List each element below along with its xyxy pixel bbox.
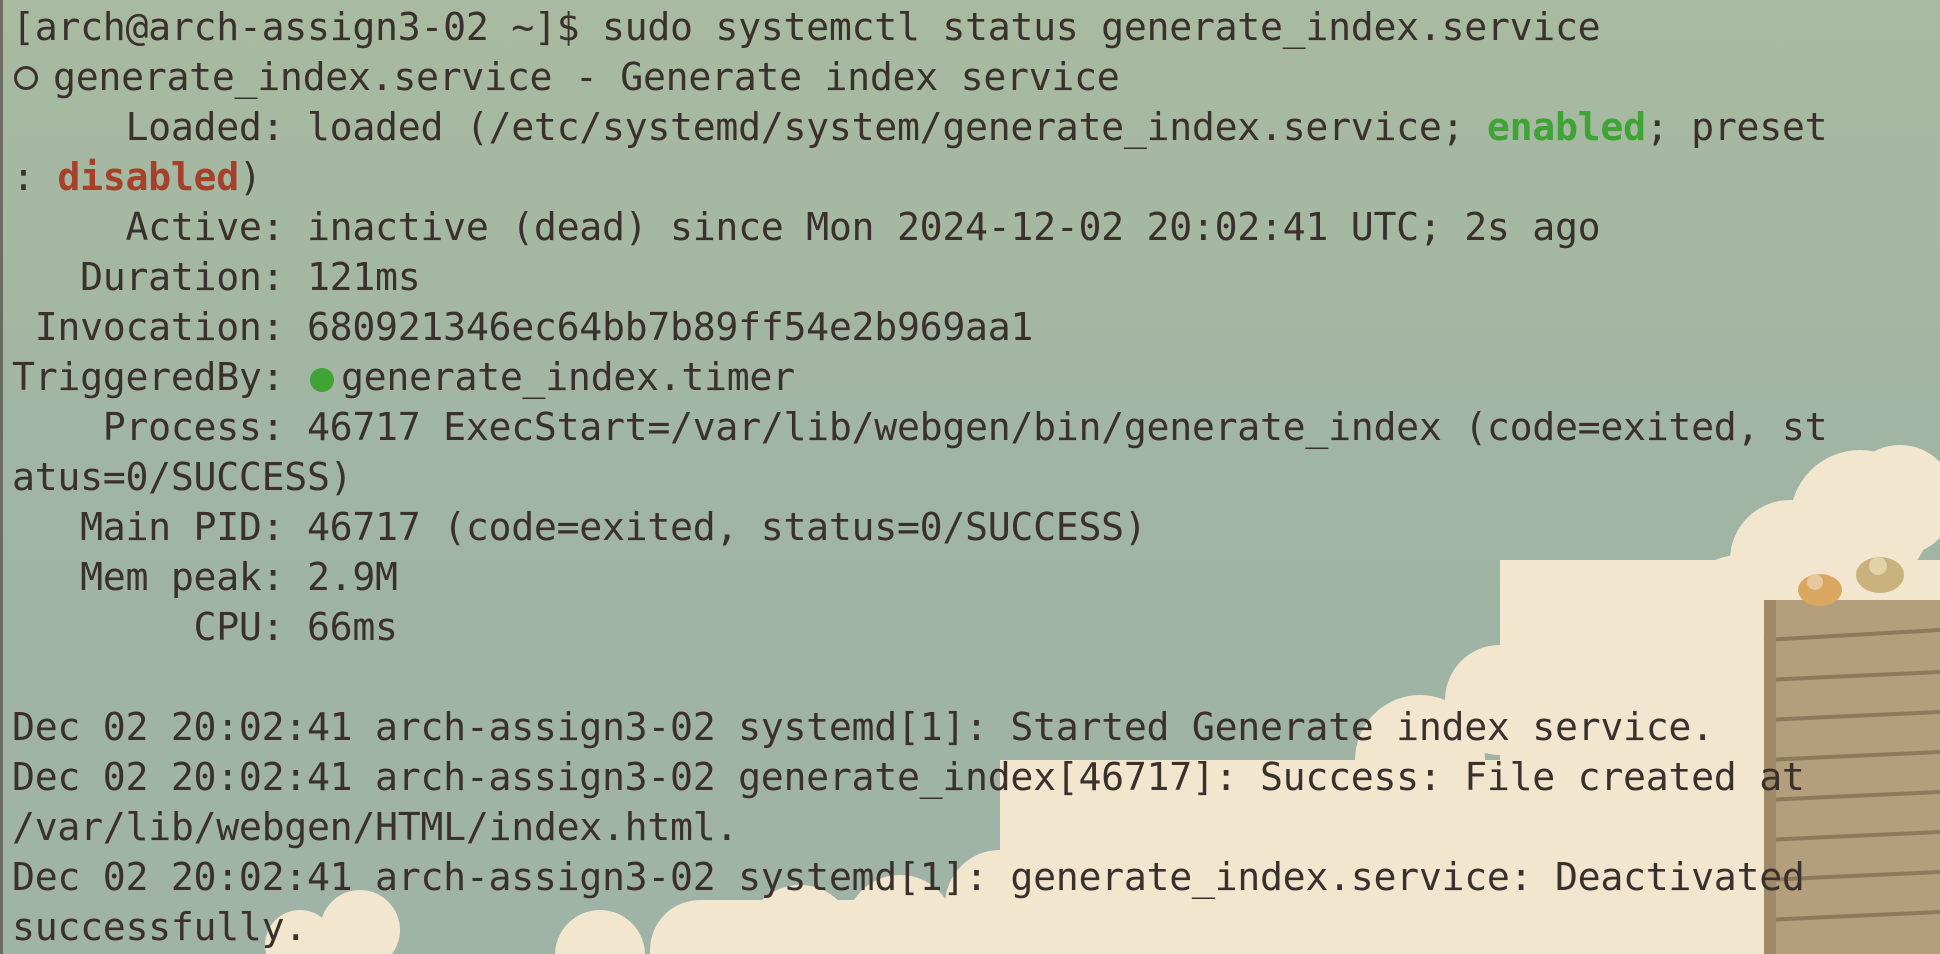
triggered-by-line: TriggeredBy: generate_index.timer [12, 353, 795, 403]
invocation-line: Invocation: 680921346ec64bb7b89ff54e2b96… [12, 306, 1034, 350]
enabled-status: enabled [1486, 106, 1646, 150]
triggered-by-label: TriggeredBy: [12, 356, 307, 400]
command-prompt: [arch@arch-assign3-02 ~]$ sudo systemctl… [12, 6, 1601, 50]
log-line: Dec 02 20:02:41 arch-assign3-02 generate… [12, 756, 1805, 800]
unit-header-line: generate_index.service - Generate index … [12, 53, 1120, 103]
duration-line: Duration: 121ms [12, 256, 421, 300]
loaded-line: Loaded: loaded (/etc/systemd/system/gene… [12, 103, 1827, 153]
log-line: successfully. [12, 906, 307, 950]
log-line: /var/lib/webgen/HTML/index.html. [12, 806, 739, 850]
loaded-label: Loaded: [12, 106, 307, 150]
loaded-wrap-suffix: ) [238, 156, 262, 200]
terminal-window[interactable]: [arch@arch-assign3-02 ~]$ sudo systemctl… [0, 0, 1940, 954]
active-line: Active: inactive (dead) since Mon 2024-1… [12, 206, 1601, 250]
process-wrap-line: atus=0/SUCCESS) [12, 456, 353, 500]
mem-peak-line: Mem peak: 2.9M [12, 556, 398, 600]
cpu-line: CPU: 66ms [12, 606, 399, 650]
hollow-circle-icon [14, 66, 38, 90]
green-dot-icon [309, 368, 334, 392]
triggered-by-unit: generate_index.timer [340, 356, 795, 400]
loaded-text-b: ; preset [1645, 106, 1828, 150]
log-line: Dec 02 20:02:41 arch-assign3-02 systemd[… [12, 706, 1714, 750]
process-line: Process: 46717 ExecStart=/var/lib/webgen… [12, 406, 1828, 450]
loaded-text-a: loaded (/etc/systemd/system/generate_ind… [306, 106, 1487, 150]
log-line: Dec 02 20:02:41 arch-assign3-02 systemd[… [12, 856, 1805, 900]
disabled-status: disabled [57, 156, 239, 200]
loaded-wrap-line: : disabled) [12, 153, 262, 203]
unit-header-text: generate_index.service - Generate index … [53, 56, 1120, 100]
loaded-wrap-prefix: : [12, 156, 58, 200]
main-pid-line: Main PID: 46717 (code=exited, status=0/S… [12, 506, 1147, 550]
